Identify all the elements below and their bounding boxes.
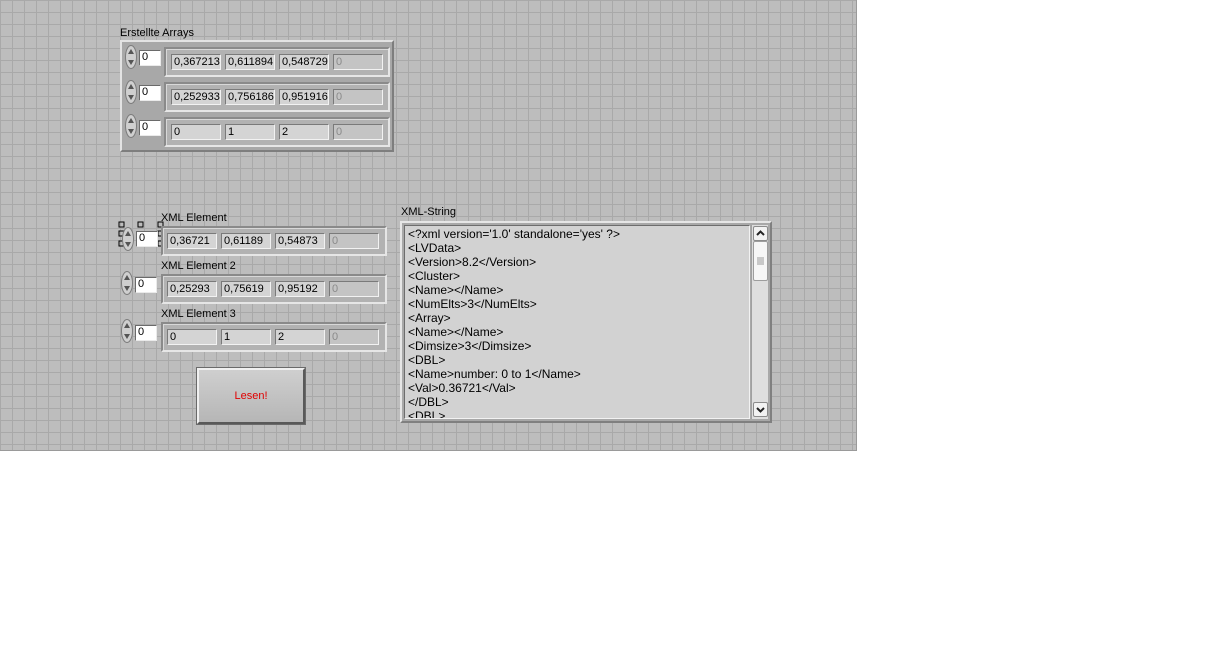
scroll-up-button[interactable] (753, 226, 768, 241)
xml-element-1-index-input[interactable]: 0 (136, 231, 158, 247)
chevron-up-icon (756, 230, 765, 236)
xml-line: <Name></Name> (408, 325, 504, 339)
chevron-down-icon (756, 407, 765, 413)
array-cell-empty[interactable]: 0 (333, 54, 383, 70)
xml-cell[interactable]: 0 (167, 329, 217, 345)
xml-cell[interactable]: 2 (275, 329, 325, 345)
xml-element-2-index-input[interactable]: 0 (135, 277, 157, 293)
xml-string-scrollbar[interactable] (751, 225, 768, 419)
row1-index-input[interactable]: 0 (139, 50, 161, 66)
xml-element-3-index-input[interactable]: 0 (135, 325, 157, 341)
scroll-down-button[interactable] (753, 402, 768, 417)
xml-cell-empty[interactable]: 0 (329, 281, 379, 297)
array-cell[interactable]: 0,367213 (171, 54, 221, 70)
xml-line: <Val>0.36721</Val> (408, 381, 516, 395)
xml-line: <DBL> (408, 409, 446, 419)
xml-line: </DBL> (408, 395, 449, 409)
row1-index-spinner[interactable] (125, 45, 137, 69)
array-cell-empty[interactable]: 0 (333, 89, 383, 105)
xml-element-2-label: XML Element 2 (161, 260, 236, 272)
row3-index-spinner[interactable] (125, 114, 137, 138)
xml-line: <Name>number: 0 to 1</Name> (408, 367, 581, 381)
xml-line: <Cluster> (408, 269, 461, 283)
row2-index-input[interactable]: 0 (139, 85, 161, 101)
xml-cell-empty[interactable]: 0 (329, 233, 379, 249)
xml-element-2-spinner[interactable] (121, 271, 133, 295)
xml-cell[interactable]: 0,61189 (221, 233, 271, 249)
row3-index-input[interactable]: 0 (139, 120, 161, 136)
read-button-label: Lesen! (234, 390, 268, 402)
xml-element-1-spinner[interactable] (122, 227, 134, 251)
xml-line: <Dimsize>3</Dimsize> (408, 339, 532, 353)
xml-cell[interactable]: 0,36721 (167, 233, 217, 249)
xml-cell[interactable]: 0,95192 (275, 281, 325, 297)
xml-line: <NumElts>3</NumElts> (408, 297, 537, 311)
xml-element-3-label: XML Element 3 (161, 308, 236, 320)
array-cell[interactable]: 0,951916 (279, 89, 329, 105)
xml-cell[interactable]: 0,75619 (221, 281, 271, 297)
xml-cell[interactable]: 0,54873 (275, 233, 325, 249)
scroll-thumb[interactable] (753, 241, 768, 281)
xml-line: <DBL> (408, 353, 446, 367)
array-cell[interactable]: 0 (171, 124, 221, 140)
xml-element-3-spinner[interactable] (121, 319, 133, 343)
xml-cell[interactable]: 0,25293 (167, 281, 217, 297)
xml-cell[interactable]: 1 (221, 329, 271, 345)
xml-line: <Name></Name> (408, 283, 504, 297)
array-cell-empty[interactable]: 0 (333, 124, 383, 140)
array-cell[interactable]: 0,252933 (171, 89, 221, 105)
xml-line: <Version>8.2</Version> (408, 255, 537, 269)
xml-cell-empty[interactable]: 0 (329, 329, 379, 345)
array-cell[interactable]: 2 (279, 124, 329, 140)
arrays-group-label: Erstellte Arrays (120, 27, 194, 39)
array-cell[interactable]: 0,611894 (225, 54, 275, 70)
xml-string-label: XML-String (401, 206, 457, 218)
xml-line: <?xml version='1.0' standalone='yes' ?> (408, 227, 620, 241)
xml-string-textarea[interactable]: <?xml version='1.0' standalone='yes' ?> … (404, 225, 750, 419)
read-button[interactable]: Lesen! (196, 367, 306, 425)
front-panel: Erstellte Arrays 0 0,367213 0,611894 0,5… (0, 0, 857, 451)
array-cell[interactable]: 1 (225, 124, 275, 140)
grip-icon (757, 257, 764, 265)
xml-element-1-label: XML Element (161, 212, 227, 224)
xml-line: <Array> (408, 311, 451, 325)
row2-index-spinner[interactable] (125, 80, 137, 104)
xml-line: <LVData> (408, 241, 462, 255)
array-cell[interactable]: 0,548729 (279, 54, 329, 70)
array-cell[interactable]: 0,756186 (225, 89, 275, 105)
